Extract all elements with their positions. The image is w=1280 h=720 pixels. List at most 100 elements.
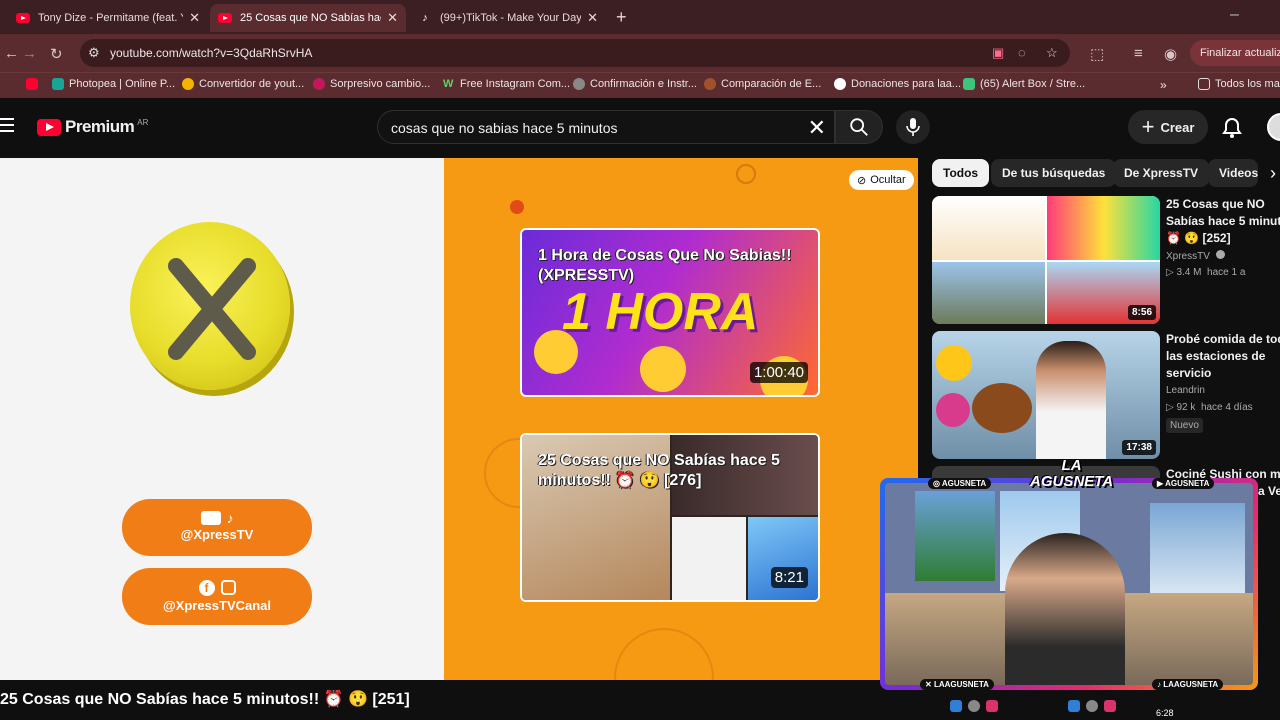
video-stats: ▷ 3.4 M hace 1 a — [1166, 267, 1245, 278]
x-badge-icon — [936, 393, 970, 427]
notifications-bell-icon[interactable] — [1222, 117, 1242, 139]
back-icon[interactable]: ← — [4, 45, 19, 62]
bookmark-item[interactable]: Donaciones para laa... — [834, 78, 961, 90]
chip-from-channel[interactable]: De XpressTV — [1113, 159, 1210, 187]
facebook-icon: f — [198, 580, 215, 596]
eye-off-icon: ⊘ — [857, 174, 867, 187]
youtube-premium-logo[interactable]: Premium AR — [37, 117, 148, 137]
decor-circle — [736, 164, 756, 184]
browser-tab-active[interactable]: 25 Cosas que NO Sabías hace 5 ✕ — [210, 4, 406, 32]
bookmark-item[interactable]: Convertidor de yout... — [182, 78, 304, 90]
handle-text: LAAGUSNETA — [933, 680, 989, 689]
clock-text: 6:28 — [1156, 708, 1174, 718]
bookmark-label: Photopea | Online P... — [69, 78, 176, 90]
update-button[interactable]: Finalizar actualiza — [1190, 40, 1280, 66]
create-button[interactable]: + Crear — [1128, 110, 1208, 144]
more-bookmarks-icon[interactable]: » — [1160, 78, 1167, 92]
search-button[interactable] — [835, 110, 883, 144]
all-bookmarks-folder[interactable]: Todos los mar — [1198, 78, 1280, 90]
video-thumbnail[interactable]: 17:38 — [932, 331, 1160, 459]
compare-icon — [704, 78, 716, 90]
views-icon: ▷ — [1166, 402, 1177, 413]
eye-off-icon[interactable]: ◌ — [1018, 45, 1026, 60]
video-thumbnail[interactable]: 8:56 — [932, 196, 1160, 324]
x-handle-tag: ✕ LAAGUSNETA — [920, 679, 994, 690]
clear-search-icon[interactable]: ✕ — [808, 115, 826, 141]
bookmark-label: Confirmación e Instr... — [590, 78, 697, 90]
sidebar-video-title[interactable]: servicio — [1166, 365, 1280, 382]
account-avatar[interactable] — [1267, 113, 1280, 141]
endscreen-video-card[interactable]: 25 Cosas que NO Sabías hace 5 minutos!! … — [520, 433, 820, 602]
video-duration: 8:56 — [1127, 305, 1156, 320]
facebook-instagram-link[interactable]: f @XpressTVCanal — [122, 568, 312, 625]
video-title: 25 Cosas que NO Sabías hace 5 minutos!! … — [0, 691, 410, 708]
minimize-icon[interactable]: – — [1230, 6, 1239, 24]
bookmark-item[interactable]: (65) Alert Box / Stre... — [963, 78, 1085, 90]
bookmark-item[interactable]: Comparación de E... — [704, 78, 821, 90]
chip-all[interactable]: Todos — [932, 159, 990, 187]
youtube-icon — [16, 11, 30, 25]
hide-label: Ocultar — [870, 174, 906, 186]
chip-videos[interactable]: Videos — [1208, 159, 1258, 187]
emoji-icon — [534, 330, 578, 374]
bookmark-item[interactable]: Confirmación e Instr... — [573, 78, 697, 90]
browser-tab[interactable]: ♪ (99+)TikTok - Make Your Day ✕ — [410, 4, 606, 32]
profile-icon[interactable]: ◉ — [1164, 45, 1177, 63]
extensions-icon[interactable]: ⬚ — [1090, 45, 1104, 63]
search-input[interactable]: cosas que no sabias hace 5 minutos — [391, 120, 617, 136]
globe-icon — [573, 78, 585, 90]
app-icon — [986, 700, 998, 712]
handle-text: LAAGUSNETA — [1163, 680, 1219, 689]
youtube-header: Premium AR cosas que no sabias hace 5 mi… — [0, 102, 1280, 158]
tab-title: Tony Dize - Permitame (feat. Ya — [38, 12, 184, 24]
sidebar-video-title[interactable]: Sabías hace 5 minutos — [1166, 213, 1280, 230]
verified-icon — [1215, 250, 1225, 259]
bookmark-item[interactable]: Sorpresivo cambio... — [313, 78, 430, 90]
site-info-icon[interactable]: ⚙ — [88, 45, 100, 61]
sidebar-video-title[interactable]: las estaciones de — [1166, 348, 1280, 365]
sidebar-video-title[interactable]: Probé comida de toda — [1166, 331, 1280, 348]
search-box[interactable]: cosas que no sabias hace 5 minutos ✕ — [377, 110, 835, 144]
converter-icon — [182, 78, 194, 90]
screen-share-icon[interactable]: ▣ — [992, 45, 1004, 61]
create-label: Crear — [1160, 119, 1195, 135]
donation-icon — [834, 78, 846, 90]
app-store-icon — [1068, 700, 1080, 712]
sidebar-video-title[interactable]: ⏰ 😲 [252] — [1166, 230, 1280, 247]
bookmark-star-icon[interactable]: ☆ — [1046, 45, 1058, 61]
video-duration: 8:21 — [770, 567, 808, 588]
endscreen-video-card[interactable]: 1 Hora de Cosas Que No Sabias!! (XPRESST… — [520, 228, 820, 397]
bookmark-item[interactable]: Photopea | Online P... — [52, 78, 175, 90]
sidebar-video-title[interactable]: a Ve — [1258, 483, 1280, 500]
reading-list-icon[interactable]: ≡ — [1134, 45, 1143, 62]
chip-from-searches[interactable]: De tus búsquedas — [991, 159, 1117, 187]
chevron-right-icon[interactable]: › — [1270, 163, 1276, 184]
brand-line: AGUSNETA — [1030, 473, 1114, 490]
bookmark-item[interactable] — [26, 78, 43, 90]
omnibox[interactable]: ⚙ youtube.com/watch?v=3QdaRhSrvHA ▣ ◌ ☆ — [80, 39, 1070, 67]
news-icon — [313, 78, 325, 90]
reload-icon[interactable]: ↻ — [50, 45, 63, 63]
close-tab-icon[interactable]: ✕ — [189, 10, 200, 26]
tab-title: (99+)TikTok - Make Your Day — [440, 12, 582, 24]
alertbox-icon — [963, 78, 975, 90]
menu-icon[interactable] — [0, 118, 14, 136]
poster-stadium-image — [915, 491, 995, 581]
close-tab-icon[interactable]: ✕ — [587, 10, 598, 26]
sidebar-video-title[interactable]: 25 Cosas que NO — [1166, 196, 1280, 213]
close-tab-icon[interactable]: ✕ — [387, 10, 398, 26]
microphone-icon — [906, 118, 920, 136]
browser-tab-bar: Tony Dize - Permitame (feat. Ya ✕ 25 Cos… — [0, 0, 1280, 34]
new-tab-icon[interactable]: + — [616, 7, 627, 28]
voice-search-button[interactable] — [896, 110, 930, 144]
bookmark-label: (65) Alert Box / Stre... — [980, 78, 1086, 90]
channel-name[interactable]: Leandrin — [1166, 385, 1205, 396]
browser-tab[interactable]: Tony Dize - Permitame (feat. Ya ✕ — [8, 4, 208, 32]
hide-endscreen-button[interactable]: ⊘ Ocultar — [849, 170, 914, 190]
tab-title: 25 Cosas que NO Sabías hace 5 — [240, 12, 381, 24]
youtube-tiktok-link[interactable]: ♪ @XpressTV — [122, 499, 312, 556]
bookmark-item[interactable]: W Free Instagram Com... — [443, 78, 570, 90]
channel-name[interactable]: XpressTV — [1166, 250, 1225, 262]
url-text[interactable]: youtube.com/watch?v=3QdaRhSrvHA — [110, 46, 312, 60]
forward-icon[interactable]: → — [22, 45, 37, 62]
